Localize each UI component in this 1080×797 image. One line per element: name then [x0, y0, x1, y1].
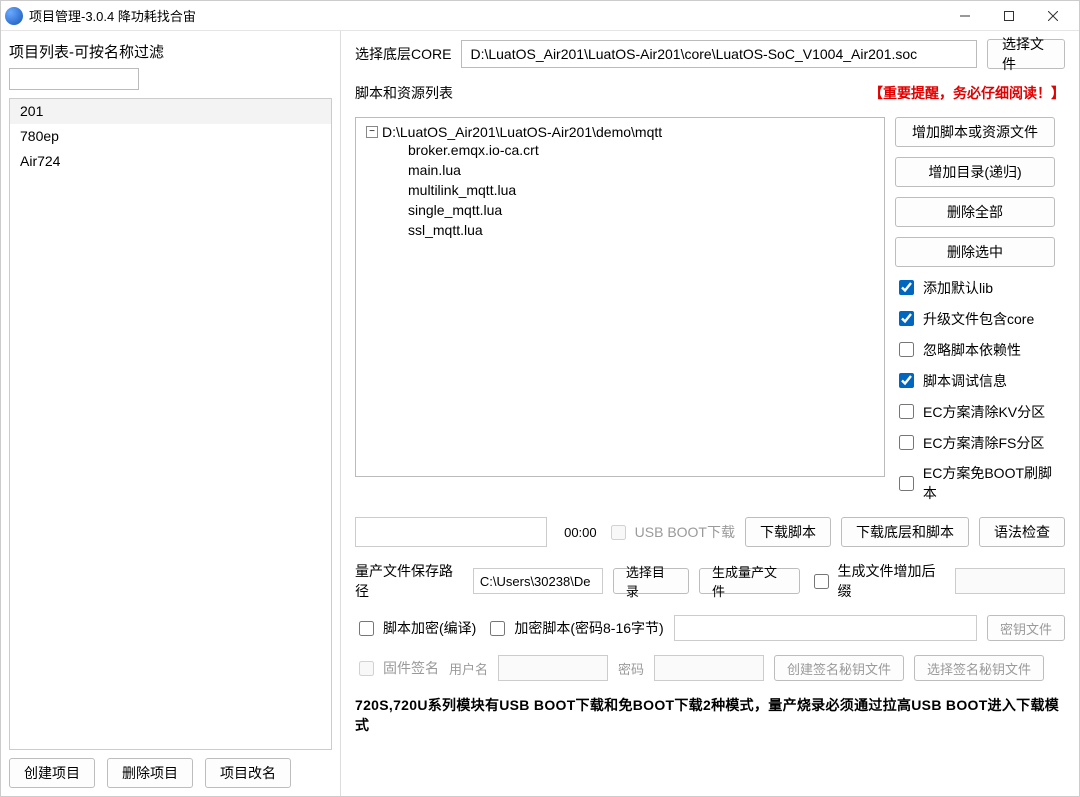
choose-mass-dir-button[interactable]: 选择目录: [613, 568, 689, 594]
sidebar: 项目列表-可按名称过滤 201 780ep Air724 创建项目 删除项目 项…: [1, 31, 341, 796]
gen-mass-file-button[interactable]: 生成量产文件: [699, 568, 800, 594]
tree-file[interactable]: single_mqtt.lua: [408, 200, 874, 220]
tree-root-label: D:\LuatOS_Air201\LuatOS-Air201\demo\mqtt: [382, 124, 662, 140]
check-firmware-sign[interactable]: 固件签名: [355, 658, 439, 679]
maximize-button[interactable]: [987, 2, 1031, 30]
project-item[interactable]: 780ep: [10, 124, 331, 149]
download-script-button[interactable]: 下载脚本: [745, 517, 831, 547]
check-usb-boot[interactable]: USB BOOT下载: [607, 522, 735, 543]
script-tree[interactable]: − D:\LuatOS_Air201\LuatOS-Air201\demo\mq…: [355, 117, 885, 477]
elapsed-time: 00:00: [557, 525, 597, 540]
tree-file[interactable]: main.lua: [408, 160, 874, 180]
check-suffix[interactable]: 生成文件增加后缀: [810, 561, 945, 601]
check-script-pwd-encrypt[interactable]: 加密脚本(密码8-16字节): [486, 618, 663, 639]
project-list-header: 项目列表-可按名称过滤: [9, 37, 332, 68]
project-list[interactable]: 201 780ep Air724: [9, 98, 332, 750]
project-item[interactable]: 201: [10, 99, 331, 124]
check-debug-info[interactable]: 脚本调试信息: [895, 370, 1065, 391]
download-core-script-button[interactable]: 下载底层和脚本: [841, 517, 969, 547]
add-script-file-button[interactable]: 增加脚本或资源文件: [895, 117, 1055, 147]
tree-file[interactable]: ssl_mqtt.lua: [408, 220, 874, 240]
key-file-button[interactable]: 密钥文件: [987, 615, 1065, 641]
check-ec-clear-kv[interactable]: EC方案清除KV分区: [895, 401, 1065, 422]
create-sign-key-button[interactable]: 创建签名秘钥文件: [774, 655, 904, 681]
sign-user-label: 用户名: [449, 659, 488, 678]
sign-password-label: 密码: [618, 659, 644, 678]
window-title: 项目管理-3.0.4 降功耗找合宙: [29, 6, 943, 25]
delete-project-button[interactable]: 删除项目: [107, 758, 193, 788]
core-path-input[interactable]: [461, 40, 977, 68]
tree-file[interactable]: multilink_mqtt.lua: [408, 180, 874, 200]
scripts-header: 脚本和资源列表: [355, 83, 453, 103]
syntax-check-button[interactable]: 语法检查: [979, 517, 1065, 547]
sign-password-input[interactable]: [654, 655, 764, 681]
delete-selected-button[interactable]: 删除选中: [895, 237, 1055, 267]
check-script-compile-encrypt[interactable]: 脚本加密(编译): [355, 618, 476, 639]
rename-project-button[interactable]: 项目改名: [205, 758, 291, 788]
close-button[interactable]: [1031, 2, 1075, 30]
mass-path-input[interactable]: [473, 568, 603, 594]
check-upgrade-core[interactable]: 升级文件包含core: [895, 308, 1065, 329]
core-label: 选择底层CORE: [355, 44, 451, 64]
check-ignore-deps[interactable]: 忽略脚本依赖性: [895, 339, 1065, 360]
encrypt-password-input[interactable]: [674, 615, 977, 641]
tree-root-node[interactable]: − D:\LuatOS_Air201\LuatOS-Air201\demo\mq…: [366, 124, 874, 140]
mass-path-label: 量产文件保存路径: [355, 561, 463, 601]
suffix-input[interactable]: [955, 568, 1065, 594]
check-ec-noboot[interactable]: EC方案免BOOT刷脚本: [895, 463, 1065, 503]
collapse-icon[interactable]: −: [366, 126, 378, 138]
progress-bar: [355, 517, 547, 547]
delete-all-button[interactable]: 删除全部: [895, 197, 1055, 227]
titlebar: 项目管理-3.0.4 降功耗找合宙: [1, 1, 1079, 31]
minimize-button[interactable]: [943, 2, 987, 30]
main-panel: 选择底层CORE 选择文件 脚本和资源列表 【重要提醒，务必仔细阅读！】 − D…: [341, 31, 1079, 796]
check-add-lib[interactable]: 添加默认lib: [895, 277, 1065, 298]
check-ec-clear-fs[interactable]: EC方案清除FS分区: [895, 432, 1065, 453]
app-icon: [5, 7, 23, 25]
warning-link[interactable]: 【重要提醒，务必仔细阅读！】: [869, 83, 1065, 103]
add-directory-button[interactable]: 增加目录(递归): [895, 157, 1055, 187]
choose-sign-key-button[interactable]: 选择签名秘钥文件: [914, 655, 1044, 681]
footer-note: 720S,720U系列模块有USB BOOT下载和免BOOT下载2种模式，量产烧…: [355, 695, 1065, 735]
project-filter-input[interactable]: [9, 68, 139, 90]
project-item[interactable]: Air724: [10, 149, 331, 174]
choose-core-button[interactable]: 选择文件: [987, 39, 1065, 69]
tree-file[interactable]: broker.emqx.io-ca.crt: [408, 140, 874, 160]
create-project-button[interactable]: 创建项目: [9, 758, 95, 788]
sign-username-input[interactable]: [498, 655, 608, 681]
